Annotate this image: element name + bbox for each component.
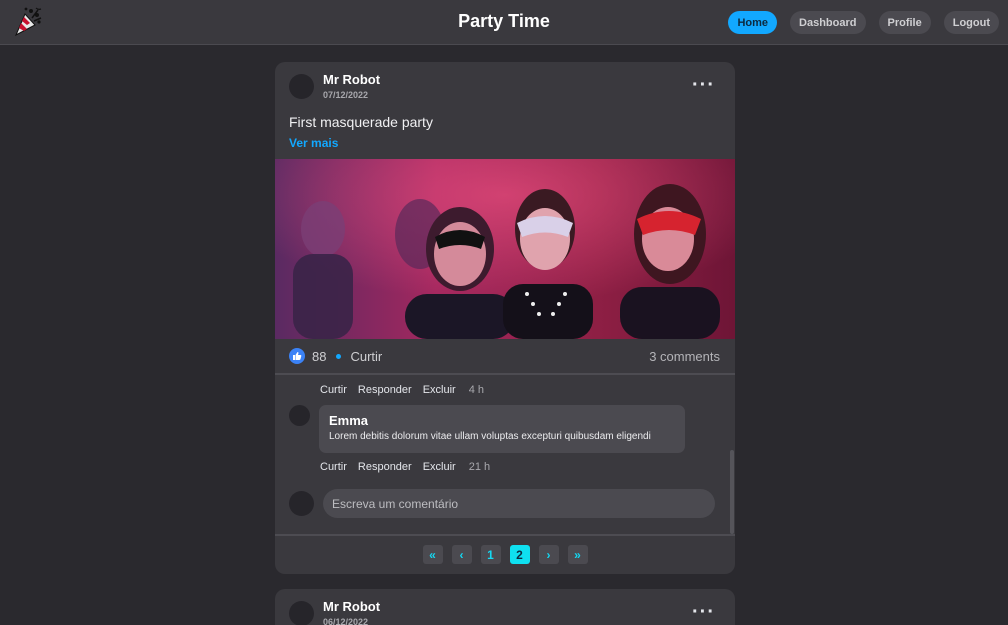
- comment-text: Lorem debitis dolorum vitae ullam volupt…: [329, 431, 651, 442]
- like-count: 88: [312, 348, 327, 364]
- comment-reply-button[interactable]: Responder: [358, 384, 412, 396]
- comment-actions: Curtir Responder Excluir 4 h: [320, 384, 484, 396]
- reactions-bar: 88 Curtir: [289, 348, 382, 364]
- comments-pagination: « ‹ 1 2 › »: [275, 545, 735, 564]
- author-avatar[interactable]: [289, 601, 314, 625]
- page-button-1[interactable]: 1: [480, 545, 501, 564]
- comment-like-button[interactable]: Curtir: [320, 461, 347, 473]
- comments-scrollbar[interactable]: [730, 450, 734, 534]
- comment-input[interactable]: [323, 489, 715, 518]
- comment-like-button[interactable]: Curtir: [320, 384, 347, 396]
- post-text: First masquerade party: [289, 114, 433, 130]
- masquerade-party-photo[interactable]: [275, 159, 735, 339]
- commenter-name[interactable]: Emma: [329, 413, 368, 428]
- post-card: Mr Robot 07/12/2022 ··· First masquerade…: [275, 62, 735, 574]
- comment-actions: Curtir Responder Excluir 21 h: [320, 461, 490, 473]
- more-options-icon[interactable]: ···: [692, 601, 715, 624]
- post-date: 06/12/2022: [323, 617, 369, 625]
- thumbs-up-icon: [289, 348, 305, 364]
- like-button[interactable]: Curtir: [350, 349, 382, 364]
- nav-dashboard-button[interactable]: Dashboard: [790, 11, 866, 34]
- author-avatar[interactable]: [289, 74, 314, 99]
- commenter-avatar[interactable]: [289, 405, 310, 426]
- first-page-button[interactable]: «: [422, 545, 443, 564]
- comment-time: 4 h: [468, 384, 485, 396]
- post-author[interactable]: Mr Robot: [323, 72, 380, 87]
- comment-delete-button[interactable]: Excluir: [423, 384, 456, 396]
- main-nav: Home Dashboard Profile Logout: [728, 11, 999, 34]
- top-navbar: Party Time Home Dashboard Profile Logout: [0, 0, 1008, 45]
- nav-home-button[interactable]: Home: [728, 11, 778, 34]
- comment-reply-button[interactable]: Responder: [358, 461, 412, 473]
- last-page-button[interactable]: »: [567, 545, 588, 564]
- comment-delete-button[interactable]: Excluir: [423, 461, 456, 473]
- party-popper-icon[interactable]: [12, 5, 44, 37]
- current-user-avatar: [289, 491, 314, 516]
- divider: [275, 373, 735, 375]
- see-more-link[interactable]: Ver mais: [289, 136, 338, 150]
- post-card: Mr Robot 06/12/2022 ···: [275, 589, 735, 625]
- comment-time: 21 h: [468, 461, 491, 473]
- post-date: 07/12/2022: [323, 90, 369, 100]
- divider: [275, 534, 735, 536]
- nav-profile-button[interactable]: Profile: [878, 11, 931, 34]
- comments-count[interactable]: 3 comments: [649, 349, 720, 364]
- next-page-button[interactable]: ›: [538, 545, 559, 564]
- more-options-icon[interactable]: ···: [692, 74, 715, 97]
- nav-logout-button[interactable]: Logout: [943, 11, 999, 34]
- separator-dot: [336, 353, 342, 359]
- prev-page-button[interactable]: ‹: [451, 545, 472, 564]
- comment-bubble: Emma Lorem debitis dolorum vitae ullam v…: [319, 405, 685, 453]
- page-button-2[interactable]: 2: [509, 545, 530, 564]
- post-author[interactable]: Mr Robot: [323, 599, 380, 614]
